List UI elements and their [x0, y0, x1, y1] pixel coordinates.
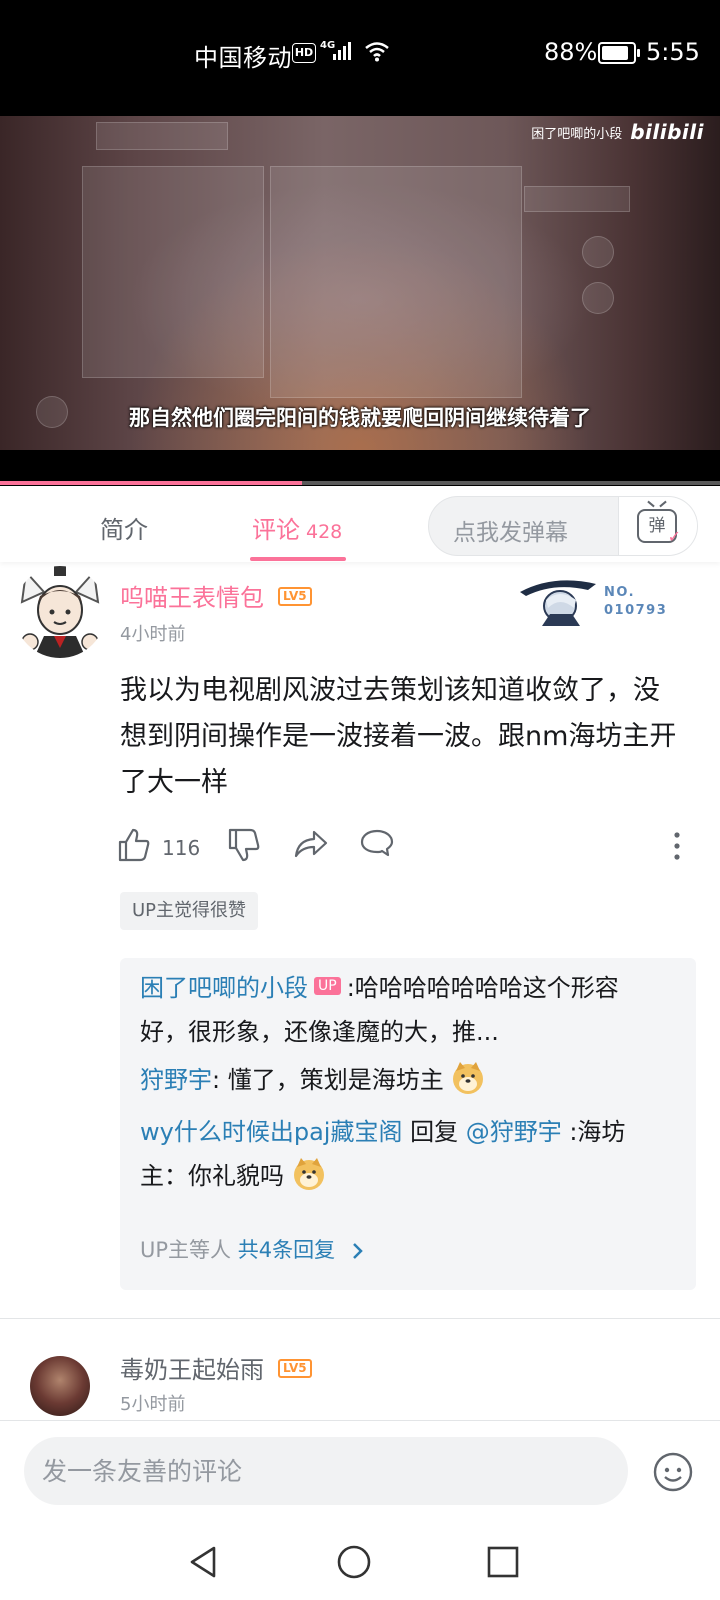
up-liked-badge: UP主觉得很赞 [120, 892, 259, 930]
reply-text: : 懂了，策划是海坊主 [212, 1066, 444, 1094]
back-icon[interactable] [186, 1544, 220, 1580]
view-all-replies-link[interactable]: 共4条回复 [238, 1238, 335, 1262]
reply-item[interactable]: 困了吧唧的小段 UP:哈哈哈哈哈哈哈这个形容好，很形象，还像逢魔的大，推... [140, 966, 660, 1054]
danmaku-icon-label: 弹 [648, 516, 666, 536]
emoji-icon[interactable] [652, 1451, 694, 1493]
bilibili-logo: bilibili [630, 120, 704, 144]
video-scene-panel [582, 236, 614, 268]
up-tag: UP [314, 977, 341, 995]
tab-intro[interactable]: 简介 [100, 510, 148, 545]
dislike-icon[interactable] [228, 828, 260, 862]
share-icon[interactable] [294, 828, 328, 860]
reply-summary-prefix: UP主等人 [140, 1238, 238, 1262]
more-icon[interactable] [672, 830, 682, 862]
level-badge: LV5 [278, 1358, 312, 1378]
comment-username[interactable]: 毒奶王起始雨 LV5 [120, 1350, 312, 1385]
home-icon[interactable] [336, 1544, 372, 1580]
comment-content: 我以为电视剧风波过去策划该知道收敛了，没想到阴间操作是一波接着一波。跟nm海坊主… [120, 675, 677, 798]
tab-comments-count: 428 [306, 521, 343, 543]
danmaku-icon: 弹 ✓ [637, 509, 681, 545]
hd-badge: HD [292, 43, 316, 63]
video-scene-panel [96, 122, 228, 150]
doge-emoji-icon [293, 1158, 324, 1190]
comment-time: 5小时前 [120, 1394, 186, 1415]
reply-preview-box[interactable]: 困了吧唧的小段 UP:哈哈哈哈哈哈哈这个形容好，很形象，还像逢魔的大，推... 狩… [120, 958, 696, 1290]
reply-summary[interactable]: UP主等人 共4条回复 [140, 1234, 366, 1264]
fan-badge-num: 010793 [604, 603, 668, 618]
system-nav-bar [0, 1532, 720, 1600]
progress-fill [0, 481, 302, 485]
wifi-icon [365, 42, 389, 62]
danmaku-placeholder: 点我发弹幕 [453, 520, 568, 546]
video-scene-panel [82, 166, 264, 378]
video-scene-panel [582, 282, 614, 314]
comment-username[interactable]: 呜喵王表情包 LV5 [120, 578, 312, 613]
avatar[interactable] [14, 566, 106, 658]
like-icon[interactable] [118, 828, 150, 862]
clock: 5:55 [646, 38, 700, 66]
comment-time: 4小时前 [120, 624, 186, 645]
battery-percent: 88% [544, 38, 598, 66]
comment-divider [0, 1318, 720, 1319]
comment-actions: 116 [118, 828, 688, 868]
tab-bar: 简介 评论 428 点我发弹幕 弹 ✓ [0, 486, 720, 562]
video-player[interactable]: 困了吧唧的小段 bilibili 那自然他们圈完阳间的钱就要爬回阴间继续待着了 [0, 116, 720, 450]
video-watermark: 困了吧唧的小段 bilibili [531, 120, 704, 144]
reply-username[interactable]: 狩野宇 [140, 1066, 212, 1094]
doge-emoji-icon [453, 1062, 484, 1094]
reply-mention[interactable]: @狩野宇 [466, 1118, 562, 1146]
carrier-name: 中国移动 [194, 44, 292, 72]
fan-badge-no-label: NO. [604, 585, 636, 600]
battery-icon [598, 42, 640, 64]
reply-connector: 回复 [402, 1118, 466, 1146]
video-subtitle: 那自然他们圈完阳间的钱就要爬回阴间继续待着了 [129, 406, 591, 430]
reply-item[interactable]: wy什么时候出paj藏宝阁 回复 @狩野宇 :海坊主：你礼貌吗 [140, 1110, 660, 1198]
danmaku-input[interactable]: 点我发弹幕 弹 ✓ [428, 496, 698, 556]
signal-icon [333, 42, 351, 60]
fan-badge-number: NO. 010793 [604, 584, 667, 620]
chevron-right-icon [352, 1243, 363, 1259]
video-scene-panel [524, 186, 630, 212]
comment-input[interactable] [24, 1437, 628, 1505]
watermark-uploader: 困了吧唧的小段 [531, 126, 623, 142]
username-text: 毒奶王起始雨 [120, 1356, 264, 1384]
tab-comments-label: 评论 [252, 516, 300, 544]
reply-icon[interactable] [360, 828, 394, 860]
username-text: 呜喵王表情包 [120, 584, 264, 612]
avatar[interactable] [30, 1356, 90, 1416]
reply-username[interactable]: wy什么时候出paj藏宝阁 [140, 1118, 402, 1146]
status-bar: 中国移动 HD 4G 88% 5:55 [0, 0, 720, 116]
level-badge: LV5 [278, 586, 312, 606]
danmaku-toggle-button[interactable]: 弹 ✓ [618, 497, 697, 555]
recents-icon[interactable] [486, 1544, 520, 1580]
tab-active-indicator [250, 557, 346, 561]
reply-username[interactable]: 困了吧唧的小段 [140, 974, 308, 1002]
reply-item[interactable]: 狩野宇: 懂了，策划是海坊主 [140, 1058, 660, 1102]
like-count: 116 [162, 836, 201, 860]
video-scene-panel [270, 166, 522, 398]
comment-input-bar [0, 1420, 720, 1533]
tab-comments[interactable]: 评论 428 [252, 510, 342, 545]
avatar-cat-icon [20, 566, 100, 658]
